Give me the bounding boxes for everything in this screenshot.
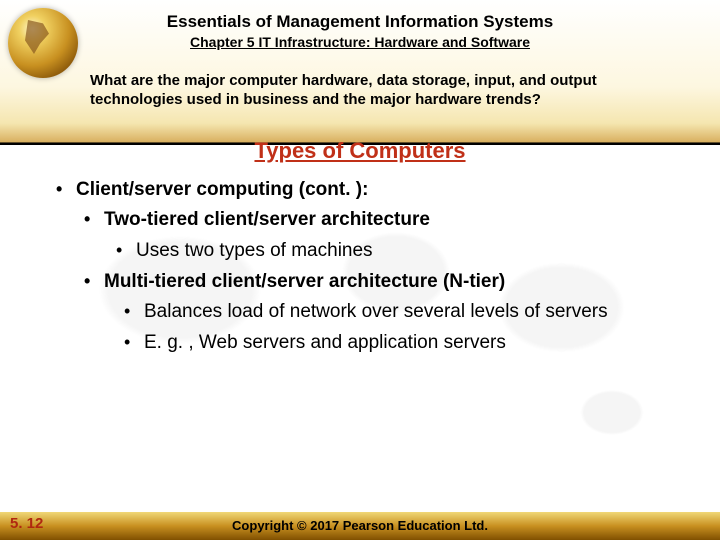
slide-header: Essentials of Management Information Sys… [0, 0, 720, 116]
content-area: Client/server computing (cont. ): Two-ti… [52, 178, 680, 356]
chapter-line: Chapter 5 IT Infrastructure: Hardware an… [20, 34, 700, 50]
bullet-two-tier: Two-tiered client/server architecture [80, 208, 680, 233]
section-title: Types of Computers [0, 138, 720, 164]
slide-number: 5. 12 [10, 515, 43, 532]
bullet-two-tier-sub: Uses two types of machines [112, 239, 680, 264]
bullet-multi-sub2: E. g. , Web servers and application serv… [120, 331, 680, 356]
book-title: Essentials of Management Information Sys… [20, 12, 700, 32]
learning-question: What are the major computer hardware, da… [90, 72, 680, 110]
globe-icon [8, 8, 78, 78]
bullet-multi-tier: Multi-tiered client/server architecture … [80, 270, 680, 295]
bullet-multi-sub1: Balances load of network over several le… [120, 300, 680, 325]
copyright-text: Copyright © 2017 Pearson Education Ltd. [232, 518, 488, 533]
bullet-main: Client/server computing (cont. ): [52, 178, 680, 203]
footer-bar: Copyright © 2017 Pearson Education Ltd. [0, 512, 720, 540]
